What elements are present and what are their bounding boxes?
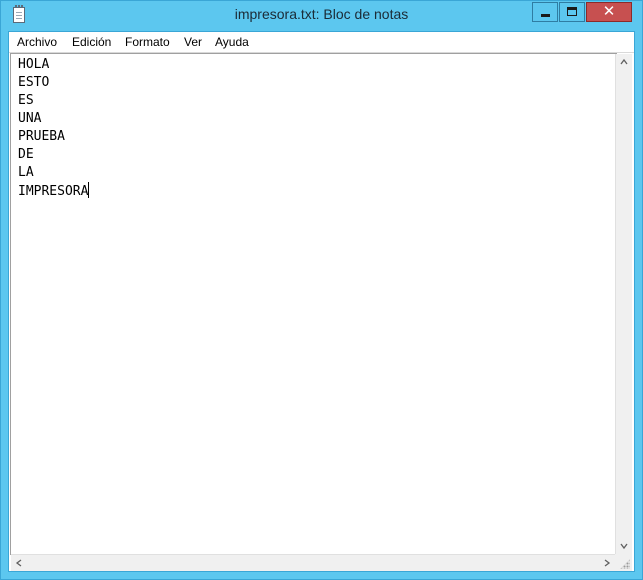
chevron-left-icon bbox=[15, 559, 22, 567]
chevron-up-icon bbox=[620, 58, 628, 65]
text-editor[interactable]: HOLA ESTO ES UNA PRUEBA DE LA IMPRESORA bbox=[10, 53, 617, 555]
scrollbar-corner bbox=[615, 554, 632, 571]
horizontal-scrollbar[interactable] bbox=[11, 554, 615, 571]
resize-grip-icon[interactable] bbox=[620, 559, 630, 569]
menu-archivo[interactable]: Archivo bbox=[17, 35, 57, 49]
title-bar[interactable]: impresora.txt: Bloc de notas ✕ bbox=[1, 1, 642, 31]
scroll-down-button[interactable] bbox=[616, 538, 632, 554]
editor-line: UNA bbox=[18, 111, 42, 126]
scroll-up-button[interactable] bbox=[616, 54, 632, 70]
chevron-down-icon bbox=[620, 543, 628, 550]
maximize-button[interactable] bbox=[559, 2, 585, 22]
menu-bar: Archivo Edición Formato Ver Ayuda bbox=[9, 32, 634, 53]
close-button[interactable]: ✕ bbox=[586, 2, 632, 22]
editor-content[interactable]: HOLA ESTO ES UNA PRUEBA DE LA IMPRESORA bbox=[18, 56, 90, 201]
notepad-window: impresora.txt: Bloc de notas ✕ Archivo E… bbox=[0, 0, 643, 580]
vertical-scrollbar[interactable] bbox=[615, 54, 632, 554]
editor-line: LA bbox=[18, 165, 34, 180]
menu-formato[interactable]: Formato bbox=[125, 35, 170, 49]
chevron-right-icon bbox=[604, 559, 611, 567]
editor-line: ES bbox=[18, 93, 34, 108]
editor-line: IMPRESORA bbox=[18, 184, 89, 199]
editor-line: HOLA bbox=[18, 57, 50, 72]
editor-line: PRUEBA bbox=[18, 129, 65, 144]
close-icon: ✕ bbox=[602, 2, 616, 20]
editor-line: ESTO bbox=[18, 75, 50, 90]
client-area: Archivo Edición Formato Ver Ayuda HOLA E… bbox=[8, 31, 635, 572]
minimize-button[interactable] bbox=[532, 2, 558, 22]
scroll-right-button[interactable] bbox=[599, 555, 615, 571]
text-caret bbox=[88, 182, 90, 198]
maximize-icon bbox=[567, 7, 577, 16]
menu-ayuda[interactable]: Ayuda bbox=[215, 35, 249, 49]
menu-edicion[interactable]: Edición bbox=[72, 35, 111, 49]
editor-line: DE bbox=[18, 147, 34, 162]
menu-ver[interactable]: Ver bbox=[184, 35, 202, 49]
minimize-icon bbox=[541, 14, 550, 17]
scroll-left-button[interactable] bbox=[11, 555, 27, 571]
